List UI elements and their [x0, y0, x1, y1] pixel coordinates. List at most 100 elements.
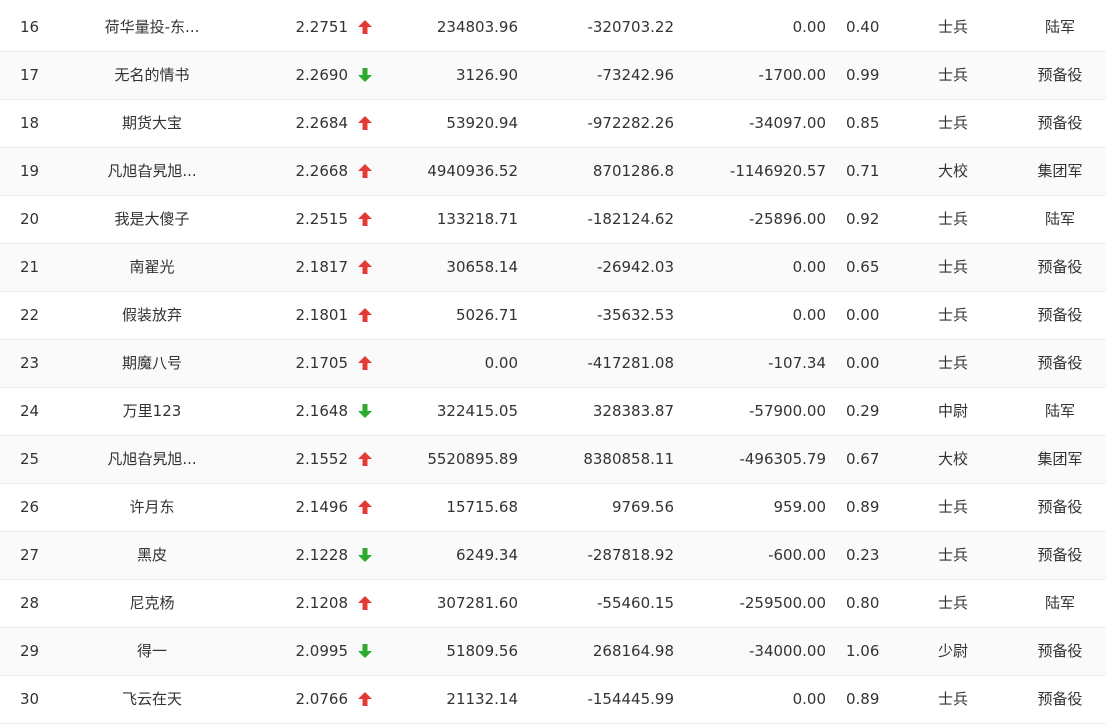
military-rank-cell: 大校 — [937, 162, 968, 180]
value-2-cell: -35632.53 — [597, 306, 674, 324]
value-1-cell: 133218.71 — [436, 210, 518, 228]
value-2-cell: 8380858.11 — [583, 450, 674, 468]
army-cell: 预备役 — [1037, 66, 1083, 84]
value-1-cell: 234803.96 — [436, 18, 518, 36]
value-1-cell: 322415.05 — [436, 402, 518, 420]
arrow-up-icon — [356, 148, 374, 195]
trader-name-cell: 黑皮 — [136, 546, 167, 564]
value-2-cell: 9769.56 — [611, 498, 674, 516]
army-cell: 预备役 — [1037, 546, 1083, 564]
ratio-cell: 0.00 — [846, 306, 880, 324]
table-row[interactable]: 22 假装放弃 2.1801 5026.71 -35632.53 0.00 0.00 士兵 预备… — [0, 292, 1106, 340]
ranking-table: 16 荷华量投-东... 2.2751 234803.96 -320703.22 0.00… — [0, 0, 1106, 727]
arrow-up-icon — [356, 100, 374, 147]
ratio-cell: 0.80 — [846, 594, 880, 612]
value-1-cell: 53920.94 — [446, 114, 518, 132]
rank-cell: 27 — [20, 546, 40, 564]
army-cell: 陆军 — [1044, 594, 1075, 612]
score-cell: 2.2690 — [295, 66, 349, 84]
value-3-cell: -1146920.57 — [729, 162, 826, 180]
arrow-up-icon — [356, 340, 374, 387]
army-cell: 预备役 — [1037, 258, 1083, 276]
score-cell: 2.1648 — [295, 402, 349, 420]
value-2-cell: -287818.92 — [587, 546, 674, 564]
table-row[interactable]: 27 黑皮 2.1228 6249.34 -287818.92 -600.00 0.23 士兵… — [0, 532, 1106, 580]
trader-name-cell: 万里123 — [122, 402, 182, 420]
trader-name-cell: 许月东 — [129, 498, 175, 516]
army-cell: 陆军 — [1044, 402, 1075, 420]
value-1-cell: 5026.71 — [455, 306, 518, 324]
table-row[interactable]: 29 得一 2.0995 51809.56 268164.98 -34000.00 1.06… — [0, 628, 1106, 676]
table-row[interactable]: 23 期魔八号 2.1705 0.00 -417281.08 -107.34 0.00 士兵 预… — [0, 340, 1106, 388]
value-1-cell: 15715.68 — [446, 498, 518, 516]
military-rank-cell: 士兵 — [937, 66, 968, 84]
score-cell: 2.2684 — [295, 114, 349, 132]
score-cell: 2.1496 — [295, 498, 349, 516]
army-cell: 陆军 — [1044, 18, 1075, 36]
value-2-cell: -55460.15 — [597, 594, 674, 612]
ratio-cell: 0.85 — [846, 114, 880, 132]
value-2-cell: 8701286.8 — [592, 162, 674, 180]
value-3-cell: -107.34 — [768, 354, 826, 372]
value-2-cell: -154445.99 — [587, 690, 674, 708]
arrow-down-icon — [356, 52, 374, 99]
military-rank-cell: 士兵 — [937, 690, 968, 708]
rank-cell: 19 — [20, 162, 40, 180]
ratio-cell: 0.00 — [846, 354, 880, 372]
rank-cell: 22 — [20, 306, 40, 324]
army-cell: 陆军 — [1044, 210, 1075, 228]
value-3-cell: -600.00 — [768, 546, 826, 564]
rank-cell: 17 — [20, 66, 40, 84]
army-cell: 集团军 — [1037, 450, 1083, 468]
army-cell: 预备役 — [1037, 642, 1083, 660]
score-cell: 2.1552 — [295, 450, 349, 468]
value-3-cell: -259500.00 — [739, 594, 826, 612]
score-cell: 2.1817 — [295, 258, 349, 276]
score-cell: 2.0766 — [295, 690, 349, 708]
rank-cell: 28 — [20, 594, 40, 612]
arrow-up-icon — [356, 292, 374, 339]
value-2-cell: -26942.03 — [597, 258, 674, 276]
military-rank-cell: 士兵 — [937, 354, 968, 372]
value-3-cell: -34000.00 — [749, 642, 826, 660]
ratio-cell: 0.92 — [846, 210, 880, 228]
table-row[interactable]: 19 凡旭旮旯旭... 2.2668 4940936.52 8701286.8 -1146… — [0, 148, 1106, 196]
trader-name-cell: 得一 — [136, 642, 167, 660]
rank-cell: 29 — [20, 642, 40, 660]
rank-cell: 26 — [20, 498, 40, 516]
table-row[interactable]: 26 许月东 2.1496 15715.68 9769.56 959.00 0.89 士兵 预备… — [0, 484, 1106, 532]
trader-name-cell: 凡旭旮旯旭... — [107, 162, 197, 180]
table-row[interactable]: 28 尼克杨 2.1208 307281.60 -55460.15 -259500.00 0… — [0, 580, 1106, 628]
table-row[interactable]: 20 我是大傻子 2.2515 133218.71 -182124.62 -25896.0… — [0, 196, 1106, 244]
table-row[interactable]: 16 荷华量投-东... 2.2751 234803.96 -320703.22 0.00… — [0, 4, 1106, 52]
army-cell: 预备役 — [1037, 114, 1083, 132]
ratio-cell: 1.06 — [846, 642, 880, 660]
ratio-cell: 0.65 — [846, 258, 880, 276]
military-rank-cell: 大校 — [937, 450, 968, 468]
arrow-up-icon — [356, 244, 374, 291]
table-row[interactable]: 18 期货大宝 2.2684 53920.94 -972282.26 -34097.00 0… — [0, 100, 1106, 148]
military-rank-cell: 少尉 — [937, 642, 968, 660]
value-2-cell: -417281.08 — [587, 354, 674, 372]
arrow-up-icon — [356, 196, 374, 243]
table-row[interactable]: 30 飞云在天 2.0766 21132.14 -154445.99 0.00 0.89 士兵… — [0, 676, 1106, 724]
trader-name-cell: 期货大宝 — [121, 114, 182, 132]
military-rank-cell: 士兵 — [937, 594, 968, 612]
table-row[interactable]: 21 南翟光 2.1817 30658.14 -26942.03 0.00 0.65 士兵 预备… — [0, 244, 1106, 292]
value-2-cell: 328383.87 — [592, 402, 674, 420]
table-row[interactable]: 25 凡旭旮旯旭... 2.1552 5520895.89 8380858.11 -496… — [0, 436, 1106, 484]
arrow-up-icon — [356, 4, 374, 51]
table-row[interactable]: 24 万里123 2.1648 322415.05 328383.87 -57900.00… — [0, 388, 1106, 436]
ratio-cell: 0.89 — [846, 498, 880, 516]
value-3-cell: 959.00 — [773, 498, 827, 516]
value-3-cell: -57900.00 — [749, 402, 826, 420]
score-cell: 2.2668 — [295, 162, 349, 180]
trader-name-cell: 凡旭旮旯旭... — [107, 450, 197, 468]
value-3-cell: -25896.00 — [749, 210, 826, 228]
value-3-cell: 0.00 — [792, 690, 826, 708]
value-2-cell: 268164.98 — [592, 642, 674, 660]
value-1-cell: 3126.90 — [455, 66, 518, 84]
rank-cell: 21 — [20, 258, 40, 276]
table-row[interactable]: 17 无名的情书 2.2690 3126.90 -73242.96 -1700.00 0.9… — [0, 52, 1106, 100]
military-rank-cell: 士兵 — [937, 114, 968, 132]
